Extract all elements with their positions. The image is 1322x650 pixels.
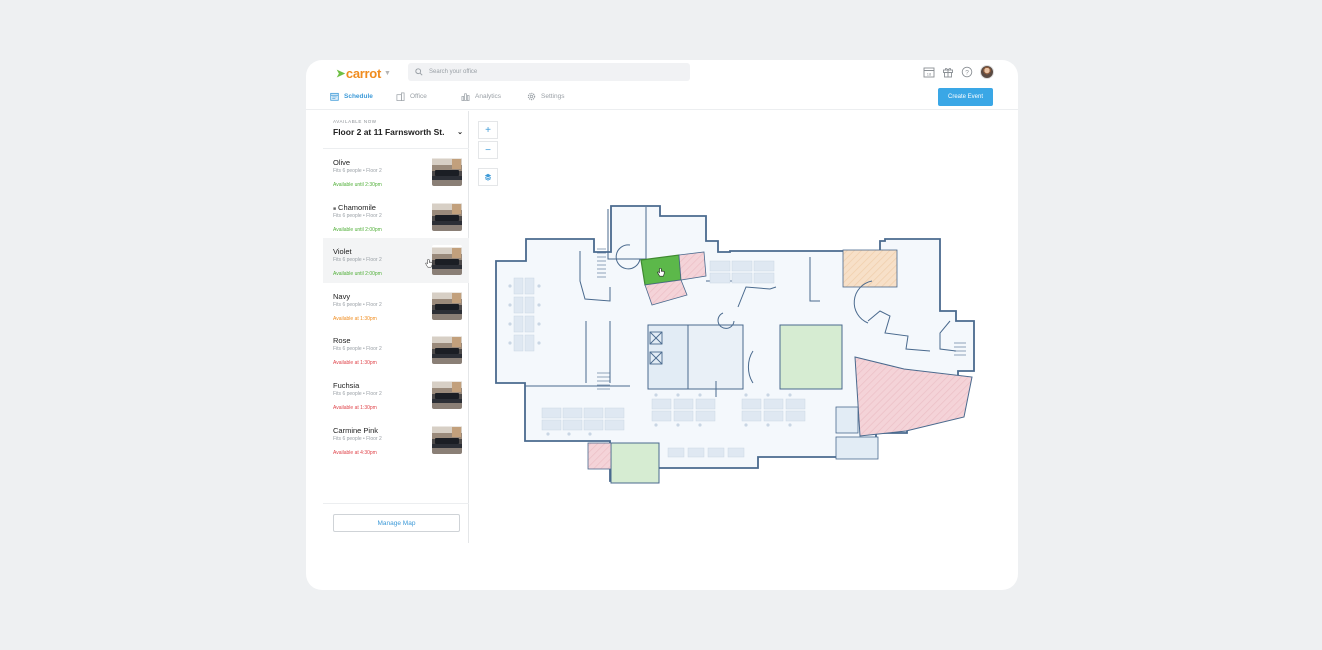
tab-settings-label: Settings	[541, 93, 565, 100]
search-placeholder: Search your office	[429, 69, 478, 75]
room-details: Fits 6 people • Floor 2	[333, 257, 382, 264]
top-icons: 18 ?	[923, 65, 994, 79]
room-item-fuchsia[interactable]: Fuchsia Fits 6 people • Floor 2 Availabl…	[323, 372, 469, 417]
tab-analytics[interactable]: Analytics	[461, 92, 501, 101]
manage-map-button[interactable]: Manage Map	[333, 514, 460, 532]
room-photo	[432, 245, 462, 276]
gift-icon[interactable]	[942, 66, 954, 78]
svg-text:?: ?	[965, 69, 969, 76]
room-item-carmine-pink[interactable]: Carmine Pink Fits 6 people • Floor 2 Ava…	[323, 417, 469, 462]
gear-icon	[527, 92, 536, 101]
carrot-logo-mark: ➤	[336, 68, 345, 80]
room-details: Fits 6 people • Floor 2	[333, 212, 382, 219]
help-icon[interactable]: ?	[961, 66, 973, 78]
main-nav: Schedule Office Analytics Settings Creat…	[306, 86, 1018, 110]
tab-schedule[interactable]: Schedule	[330, 92, 373, 101]
manage-map-footer: Manage Map	[323, 503, 469, 543]
room-list: Olive Fits 6 people • Floor 2 Available …	[323, 148, 469, 461]
room-details: Fits 6 people • Floor 2	[333, 346, 382, 353]
search-icon	[415, 68, 423, 76]
tab-schedule-label: Schedule	[344, 93, 373, 100]
room-details: Fits 6 people • Floor 2	[333, 301, 382, 308]
floor-selector-label: Floor 2 at 11 Farnsworth St.	[333, 127, 445, 137]
calendar-day: 18	[927, 72, 932, 77]
room-item-rose[interactable]: Rose Fits 6 people • Floor 2 Available a…	[323, 327, 469, 372]
available-now-label: AVAILABLE NOW	[333, 119, 377, 124]
room-details: Fits 6 people • Floor 2	[333, 390, 382, 397]
chevron-down-icon: ▼	[383, 70, 391, 77]
tab-settings[interactable]: Settings	[527, 92, 565, 101]
room-occupied	[835, 436, 879, 460]
room-item-olive[interactable]: Olive Fits 6 people • Floor 2 Available …	[323, 149, 469, 194]
room-available	[779, 324, 843, 390]
calendar-icon[interactable]: 18	[923, 66, 935, 78]
logo-text: carrot	[345, 66, 381, 81]
room-photo	[432, 289, 462, 320]
room-name: Olive	[333, 158, 351, 167]
room-photo	[432, 156, 462, 186]
room-name: Fuchsia	[333, 380, 360, 390]
room-photo	[432, 200, 462, 231]
tab-office[interactable]: Office	[396, 92, 427, 101]
lock-icon: ■	[333, 205, 337, 212]
tab-office-label: Office	[410, 93, 427, 100]
app-window: ➤ carrot ▼ Search your office 18 ? Sched…	[306, 60, 1018, 590]
room-photo	[432, 378, 462, 409]
room-status: Available until 2:00pm	[333, 271, 382, 278]
tab-analytics-label: Analytics	[475, 93, 502, 100]
floor-map[interactable]: + −	[470, 111, 1018, 543]
carrot-logo[interactable]: ➤ carrot ▼	[336, 66, 391, 81]
create-event-button[interactable]: Create Event	[938, 88, 993, 106]
room-busy	[678, 251, 707, 281]
room-name: Rose	[333, 336, 351, 346]
room-item-chamomile[interactable]: ■ Chamomile Fits 6 people • Floor 2 Avail…	[323, 194, 469, 239]
room-name: Violet	[333, 247, 352, 257]
analytics-icon	[461, 93, 470, 101]
calendar-icon	[330, 92, 339, 101]
room-sidebar: AVAILABLE NOW Floor 2 at 11 Farnsworth S…	[323, 111, 469, 543]
floor-selector[interactable]: Floor 2 at 11 Farnsworth St. ⌄	[333, 127, 463, 137]
room-status: Available until 2:00pm	[333, 226, 382, 233]
room-photo	[432, 334, 462, 365]
room-status: Available until 2:30pm	[333, 182, 382, 188]
room-occupied	[647, 324, 689, 390]
chevron-down-icon: ⌄	[457, 129, 463, 136]
room-name-row: ■ Chamomile	[333, 203, 376, 212]
room-name: Navy	[333, 291, 351, 301]
room-status: Available at 1:30pm	[333, 315, 377, 322]
room-status: Available at 4:30pm	[333, 449, 377, 456]
room-name: Chamomile	[338, 202, 376, 212]
floor-plan-drawing	[495, 205, 975, 484]
room-item-violet[interactable]: Violet Fits 6 people • Floor 2 Available…	[323, 238, 469, 283]
room-status: Available at 1:30pm	[333, 360, 377, 367]
office-icon	[396, 92, 405, 101]
search-input[interactable]: Search your office	[408, 63, 690, 81]
room-available	[610, 442, 660, 484]
room-item-navy[interactable]: Navy Fits 6 people • Floor 2 Available a…	[323, 283, 469, 328]
room-details: Fits 6 people • Floor 2	[333, 435, 382, 442]
top-bar: ➤ carrot ▼ Search your office 18 ?	[306, 60, 1018, 86]
room-details: Fits 6 people • Floor 2	[333, 168, 382, 174]
room-name: Carmine Pink	[333, 425, 379, 435]
room-occupied	[835, 406, 859, 434]
room-status: Available at 1:30pm	[333, 404, 377, 411]
room-occupied	[687, 324, 744, 390]
room-photo	[432, 423, 462, 454]
room-busy	[587, 442, 612, 470]
hand-cursor-icon	[425, 259, 433, 268]
avatar[interactable]	[980, 65, 994, 79]
